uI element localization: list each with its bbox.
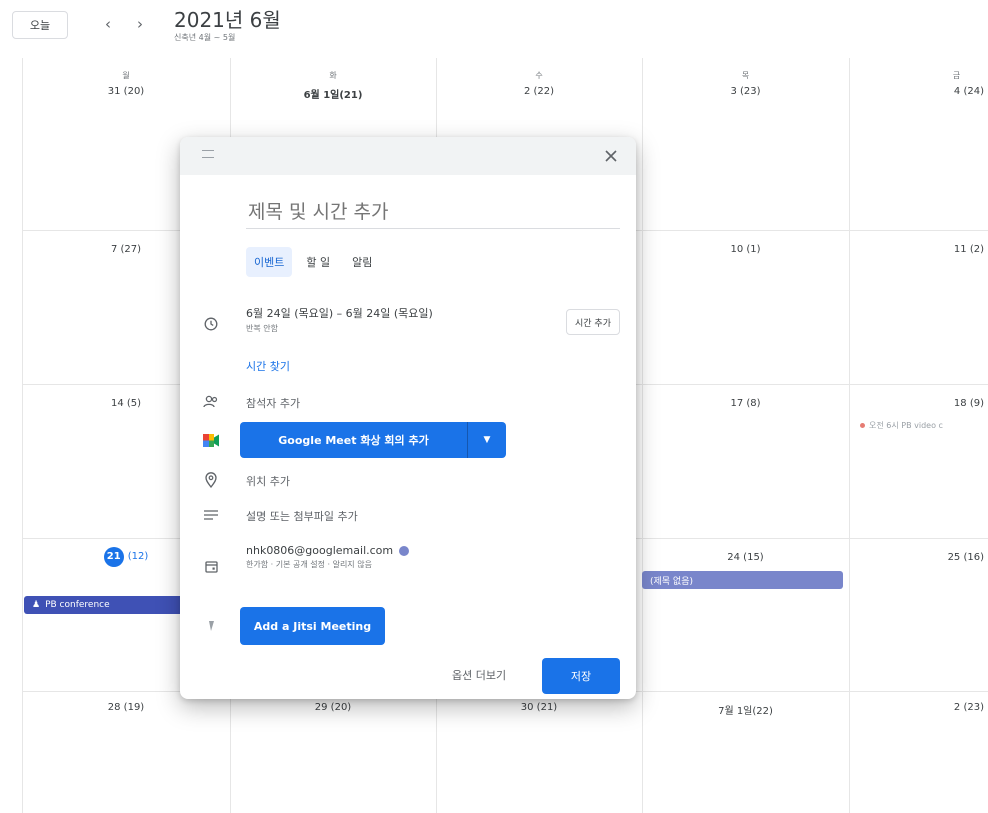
more-options-button[interactable]: 옵션 더보기 [452,667,506,683]
dialog-drag-bar[interactable] [180,137,636,175]
date-label: 4 (24) [953,86,984,97]
calendar-selector[interactable]: nhk0806@googlemail.com 한가함 · 기본 공개 설정 · … [246,544,410,570]
weekday-label: 화 [329,71,337,80]
add-time-button[interactable]: 시간 추가 [566,309,620,335]
clock-icon [202,315,220,333]
day-cell[interactable]: 25 (16) [849,548,988,563]
next-month-button[interactable]: › [128,12,152,36]
date-label: 31 (20) [107,86,145,97]
day-cell[interactable]: 17 (8) [642,394,849,409]
day-cell[interactable]: 28 (19) [22,698,230,713]
close-icon [605,150,617,162]
weekday-label: 금 [952,71,961,80]
date-label: (12) [127,551,149,562]
chevron-down-icon[interactable]: ▼ [468,422,506,458]
date-label: 10 (1) [730,244,761,255]
event-label: 오전 6시 PB video c [869,421,943,430]
repeat-text: 반복 안함 [246,324,278,333]
weekday-label: 월 [122,71,130,80]
save-button[interactable]: 저장 [542,658,620,694]
date-label: 25 (16) [947,552,984,563]
date-label: 18 (9) [953,398,984,409]
day-cell[interactable]: 18 (9) [849,394,988,409]
event-dialog: 이벤트 할 일 알림 6월 24일 (목요일) – 6월 24일 (목요일) 반… [180,137,636,699]
calendar-email: nhk0806@googlemail.com [246,544,394,557]
event-pb-conference[interactable]: ♟ PB conference [24,596,184,614]
event-type-tabs: 이벤트 할 일 알림 [246,247,380,277]
day-cell[interactable]: 목 3 (23) [642,70,849,97]
drag-handle-icon[interactable] [202,150,214,158]
tab-reminder[interactable]: 알림 [344,247,380,277]
calendar-owner: nhk0806@googlemail.com [246,544,410,557]
event-label: (제목 없음) [650,576,694,587]
date-label: 2 (23) [953,702,984,713]
day-cell[interactable]: 30 (21) [436,698,642,713]
weekday-label: 수 [535,71,543,80]
event-label: PB conference [45,600,110,610]
today-date: 21 (12) [103,546,149,567]
date-label: 28 (19) [107,702,145,713]
prev-month-button[interactable]: ‹ [96,12,120,36]
date-label: 6월 1일(21) [303,90,363,101]
date-range[interactable]: 6월 24일 (목요일) – 6월 24일 (목요일) 반복 안함 [246,305,433,334]
find-time-link[interactable]: 시간 찾기 [246,358,290,374]
day-cell[interactable]: 금 4 (24) [849,70,988,97]
day-cell[interactable]: 월 31 (20) [22,70,230,97]
lunar-subtitle: 신축년 4월 ~ 5월 [174,33,236,42]
day-cell[interactable]: 화 6월 1일(21) [230,70,436,101]
date-label: 24 (15) [727,552,764,563]
tab-event[interactable]: 이벤트 [246,247,293,277]
date-label: 2 (22) [523,86,555,97]
date-label: 7월 1일(22) [718,706,773,717]
calendar-icon [202,557,220,575]
person-icon: ♟ [32,600,41,610]
add-location-field[interactable]: 위치 추가 [246,473,290,489]
people-icon [202,393,220,411]
day-cell[interactable]: 29 (20) [230,698,436,713]
month-title: 2021년 6월 [174,8,281,32]
location-pin-icon [202,471,220,489]
today-button[interactable]: 오늘 [12,11,68,39]
day-cell[interactable]: 2 (23) [849,698,988,713]
calendar-color-dot[interactable] [399,546,410,556]
add-guests-field[interactable]: 참석자 추가 [246,395,300,411]
today-circle[interactable]: 21 [103,546,124,567]
jitsi-icon [202,617,220,635]
add-description-field[interactable]: 설명 또는 첨부파일 추가 [246,508,358,524]
date-label: 17 (8) [730,398,761,409]
date-label: 3 (23) [730,86,761,97]
weekday-label: 목 [741,71,750,80]
add-jitsi-meeting-button[interactable]: Add a Jitsi Meeting [240,607,385,645]
date-label: 11 (2) [953,244,984,255]
tab-task[interactable]: 할 일 [298,247,338,277]
calendar-details: 한가함 · 기본 공개 설정 · 알리지 않음 [246,560,372,569]
day-cell[interactable]: 24 (15) [642,548,849,563]
date-label: 29 (20) [314,702,352,713]
day-cell[interactable]: 10 (1) [642,240,849,255]
date-range-text: 6월 24일 (목요일) – 6월 24일 (목요일) [246,307,433,320]
date-label: 30 (21) [520,702,558,713]
event-dot-icon [860,423,865,428]
google-meet-button: Google Meet 화상 회의 추가 ▼ [240,422,506,458]
description-icon [202,506,220,524]
day-cell[interactable]: 11 (2) [849,240,988,255]
google-meet-icon [202,431,220,449]
calendar-header: 오늘 ‹ › 2021년 6월 신축년 4월 ~ 5월 [0,0,988,56]
close-button[interactable] [600,145,622,167]
add-meet-button[interactable]: Google Meet 화상 회의 추가 [240,422,467,458]
event-title-input[interactable] [246,195,620,229]
event-no-title[interactable]: (제목 없음) [642,571,843,589]
day-cell[interactable]: 수 2 (22) [436,70,642,97]
day-cell[interactable]: 7월 1일(22) [642,698,849,717]
event-pb-video[interactable]: 오전 6시 PB video c [860,420,943,431]
